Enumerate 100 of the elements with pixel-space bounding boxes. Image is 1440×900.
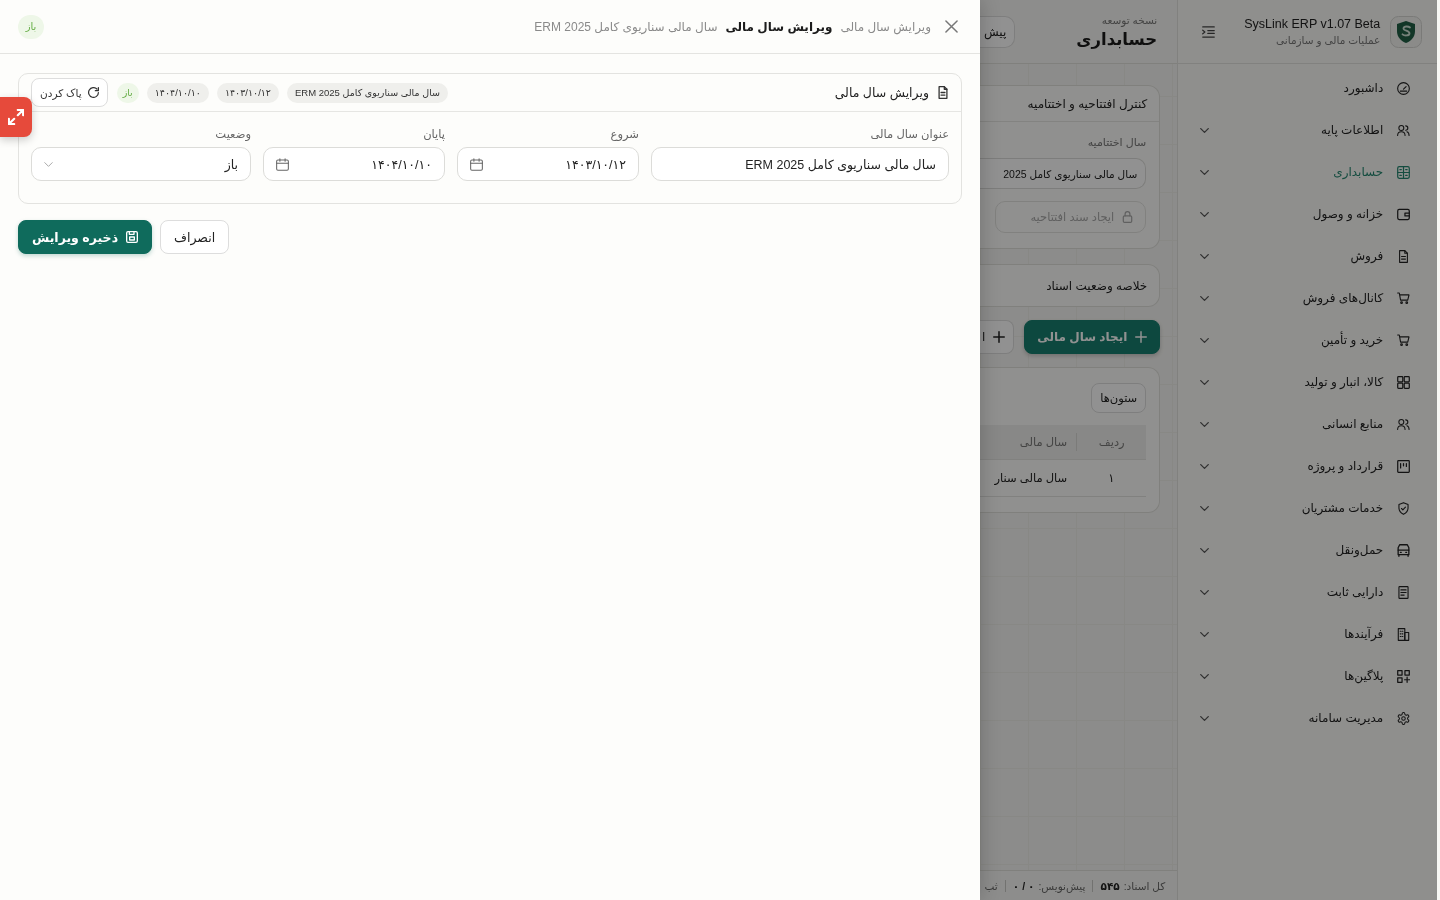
info-chip: ۱۴۰۳/۱۰/۱۲: [216, 82, 279, 103]
cart-icon: [1397, 291, 1411, 305]
field-label: وضعیت: [214, 127, 251, 141]
status-value: ۰ / ۰: [1012, 879, 1035, 892]
card-title: کنترل افتتاحیه و اختتامیه: [1027, 96, 1148, 111]
nav-item[interactable]: قرارداد و پروژه: [1178, 445, 1438, 487]
nav-item[interactable]: مدیریت سامانه: [1178, 697, 1438, 739]
gauge-icon: [1397, 81, 1411, 95]
column-header: ردیف: [1076, 433, 1147, 451]
chevron-down-icon: [1200, 463, 1210, 469]
chevron-down-icon: [1200, 421, 1210, 427]
save-button[interactable]: ذخیره ویرایش: [18, 220, 153, 254]
close-icon[interactable]: [945, 20, 958, 33]
table-cell-text: سال مالی سنار: [993, 471, 1069, 485]
nav-item[interactable]: خزانه و وصول: [1178, 193, 1438, 235]
record-name: سال مالی سناریوی کامل ERM 2025: [534, 19, 718, 34]
plus-icon: [993, 331, 1006, 343]
select-field[interactable]: سال مالی سناریوی کامل 2025: [980, 158, 1147, 189]
text-field[interactable]: سال مالی سناریوی کامل ERM 2025: [651, 147, 949, 181]
save-icon: [126, 231, 139, 243]
document-icon: [1397, 249, 1411, 263]
nav-item[interactable]: دارایی ثابت: [1178, 571, 1438, 613]
shield-logo-icon: [1390, 15, 1423, 48]
nav-item[interactable]: حسابداری: [1178, 151, 1438, 193]
nav-item[interactable]: خدمات مشتریان: [1178, 487, 1438, 529]
status-chip: باز: [116, 82, 139, 103]
column-header: سال مالی: [1018, 435, 1069, 449]
nav-item[interactable]: فروش: [1178, 235, 1438, 277]
reset-button[interactable]: پاک کردن: [31, 78, 108, 107]
status-badge: باز: [18, 14, 44, 39]
chevron-down-icon: [1200, 337, 1210, 343]
nav-item[interactable]: خرید و تأمین: [1178, 319, 1438, 361]
users-icon: [1397, 417, 1411, 431]
chevron-down-icon: [1200, 631, 1210, 637]
chevron-down-icon: [44, 161, 53, 167]
table-icon: [1397, 165, 1411, 179]
nav-item[interactable]: حمل‌ونقل: [1178, 529, 1438, 571]
nav-item[interactable]: فرآیندها: [1178, 613, 1438, 655]
car-icon: [1397, 543, 1411, 557]
date-field[interactable]: ۱۴۰۴/۱۰/۱۰: [263, 147, 445, 181]
chevron-down-icon: [1200, 673, 1210, 679]
plus-icon: [1135, 331, 1148, 343]
breadcrumb-item: ویرایش سال مالی: [840, 19, 931, 34]
columns-button[interactable]: ستون‌ها: [1091, 383, 1147, 413]
header-button[interactable]: پیش: [980, 15, 1016, 48]
status-label: ثب: [984, 879, 998, 892]
nav-item[interactable]: منابع انسانی: [1178, 403, 1438, 445]
brand-title: SysLink ERP v1.07 Beta: [1243, 17, 1381, 31]
nav-item[interactable]: اطلاعات پایه: [1178, 109, 1438, 151]
card-title: خلاصه وضعیت اسناد: [1046, 278, 1148, 293]
expand-button[interactable]: [0, 97, 32, 137]
field-label: شروع: [609, 127, 639, 141]
board-icon: [1397, 459, 1411, 473]
calendar-icon: [470, 157, 483, 171]
chevron-down-icon: [1200, 715, 1210, 721]
page-eyebrow: نسخه توسعه: [1100, 14, 1158, 26]
create-button[interactable]: ایجاد سال مالی: [1024, 320, 1161, 354]
chevron-down-icon: [1200, 127, 1210, 133]
nav-item[interactable]: پلاگین‌ها: [1178, 655, 1438, 697]
chevron-down-icon: [1200, 169, 1210, 175]
status-label: کل اسناد:: [1123, 879, 1166, 892]
cart-icon: [1397, 333, 1411, 347]
building-icon: [1397, 627, 1411, 641]
chevron-down-icon: [1200, 253, 1210, 259]
table-cell-text: ۱: [1107, 471, 1116, 485]
grid-icon: [1397, 375, 1411, 389]
calendar-icon: [276, 157, 289, 171]
expand-arrows-icon: [8, 109, 24, 125]
users-icon: [1397, 123, 1411, 137]
page-title: حسابداری: [1076, 30, 1158, 49]
wallet-icon: [1397, 207, 1411, 221]
chevron-down-icon: [1200, 547, 1210, 553]
refresh-icon: [87, 87, 99, 98]
chevron-down-icon: [1200, 379, 1210, 385]
field-label: پایان: [422, 127, 445, 141]
document-icon: [937, 86, 949, 99]
settings-icon: [1397, 711, 1411, 725]
cancel-button[interactable]: انصراف: [160, 220, 230, 254]
info-chip: ۱۴۰۴/۱۰/۱۰: [146, 82, 209, 103]
collapse-menu-icon[interactable]: [1202, 25, 1216, 38]
lock-icon: [1122, 211, 1134, 223]
chevron-down-icon: [1200, 505, 1210, 511]
field-label: سال اختتامیه: [1086, 136, 1147, 149]
chevron-down-icon: [1200, 211, 1210, 217]
shield-check-icon: [1397, 501, 1411, 515]
field-label: عنوان سال مالی: [869, 127, 949, 141]
status-label: پیش‌نویس:: [1038, 879, 1086, 892]
nav-item[interactable]: کانال‌های فروش: [1178, 277, 1438, 319]
brand-subtitle: عملیات مالی و سازمانی: [1275, 34, 1381, 46]
select-field[interactable]: باز: [31, 147, 251, 181]
drawer-title: ویرایش سال مالی: [725, 19, 833, 34]
date-field[interactable]: ۱۴۰۳/۱۰/۱۲: [457, 147, 639, 181]
chevron-down-icon: [1200, 589, 1210, 595]
nav-item[interactable]: داشبورد: [1178, 67, 1438, 109]
add-button[interactable]: ا: [980, 320, 1015, 354]
list-document-icon: [1397, 585, 1411, 599]
status-value: ۵۴۵: [1100, 879, 1120, 892]
grid-plus-icon: [1397, 669, 1411, 683]
nav-item[interactable]: کالا، انبار و تولید: [1178, 361, 1438, 403]
card-title: ویرایش سال مالی: [834, 85, 929, 100]
